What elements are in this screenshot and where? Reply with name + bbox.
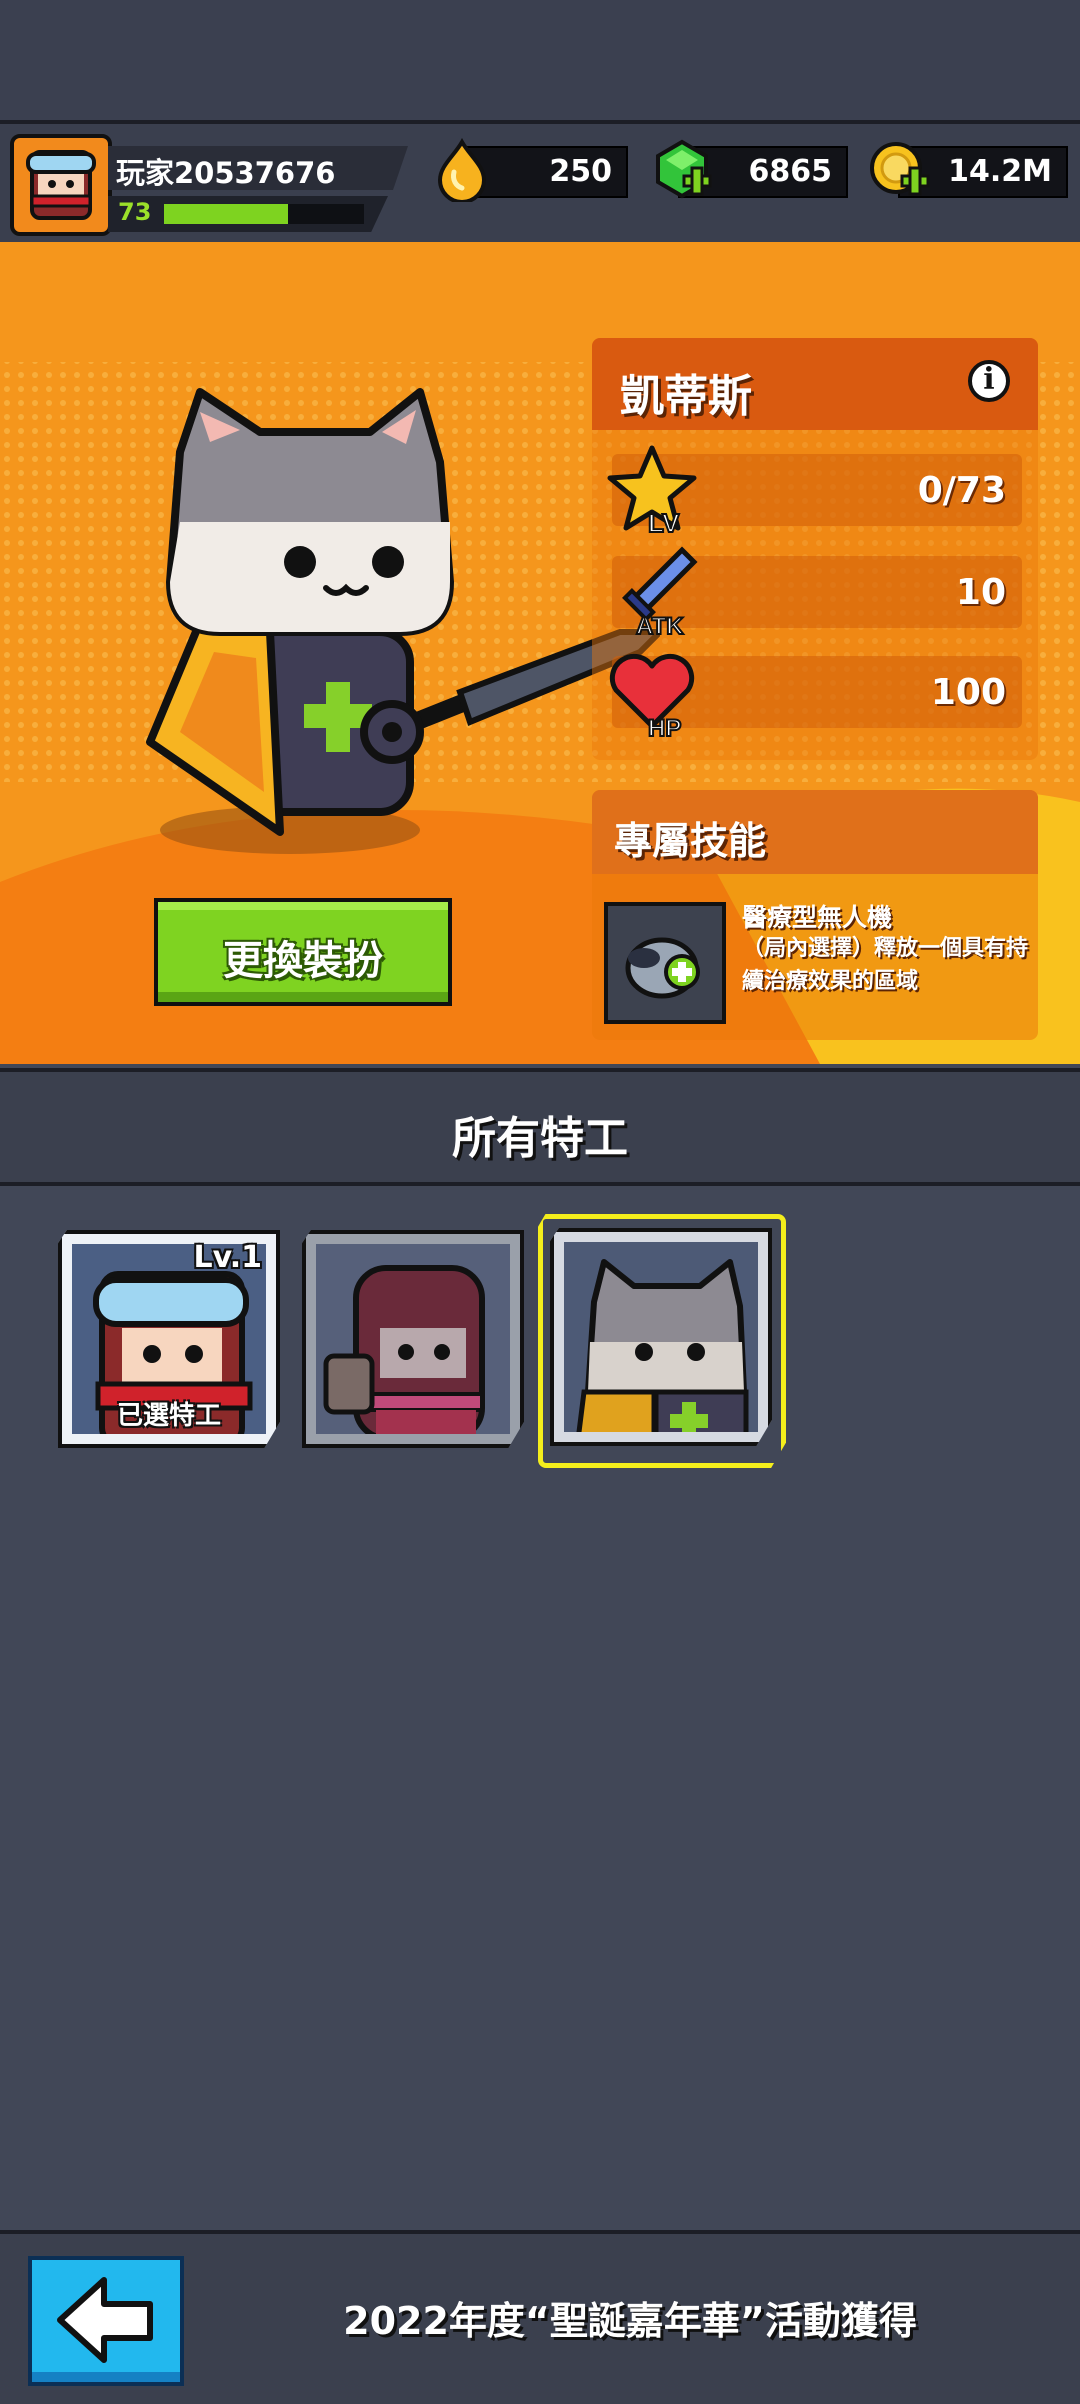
stat-value-level: 0/73 xyxy=(917,470,1006,511)
agents-section-title: 所有特工 xyxy=(452,1113,628,1164)
player-level: 73 xyxy=(118,198,152,226)
agent-card-ninja[interactable]: Lv.1 已選特工 xyxy=(58,1230,280,1448)
energy-value: 250 xyxy=(549,154,612,189)
coin-value: 14.2M xyxy=(948,154,1052,189)
skill-header: 專屬技能 xyxy=(592,790,1038,874)
info-icon[interactable]: i xyxy=(968,360,1010,402)
medic-drone-icon xyxy=(625,937,700,999)
hp-heart-icon: HP xyxy=(609,653,695,742)
level-star-icon: LV xyxy=(607,445,697,539)
cat-medic-agent-portrait xyxy=(575,1259,749,1432)
attack-sword-icon: ATK xyxy=(622,546,698,641)
bottom-bar: 2022年度“聖誕嘉年華”活動獲得 xyxy=(0,2230,1080,2404)
stat-badge-atk: ATK xyxy=(636,613,684,640)
agents-section-header: 所有特工 xyxy=(0,1068,1080,1186)
stat-row-attack: ATK 10 xyxy=(612,546,1022,641)
status-bar-area xyxy=(0,0,1080,120)
hero-name-bar: 凱蒂斯 i xyxy=(592,338,1038,430)
hero-stats-panel: 凱蒂斯 i LV 0/73 ATK 10 HP 100 xyxy=(592,338,1038,760)
energy-drop-icon xyxy=(437,138,487,202)
green-gem-plus-icon[interactable] xyxy=(650,138,714,202)
skill-icon-frame[interactable] xyxy=(604,902,726,1024)
cat-hero-illustration xyxy=(146,388,660,854)
skill-section-title: 專屬技能 xyxy=(614,819,767,863)
skill-description: （局內選擇）釋放一個具有持續治療效果的區域 xyxy=(742,936,1029,994)
stat-row-level: LV 0/73 xyxy=(607,445,1022,539)
red-hood-agent-portrait xyxy=(323,1265,485,1434)
stat-value-attack: 10 xyxy=(955,572,1006,613)
back-button[interactable] xyxy=(28,2256,184,2386)
arrow-left-icon xyxy=(57,2277,153,2363)
stat-value-hp: 100 xyxy=(930,672,1006,713)
stat-badge-lv: LV xyxy=(648,508,680,538)
hero-name: 凱蒂斯 xyxy=(620,371,752,422)
ninja-avatar-icon xyxy=(26,150,96,220)
hero-showcase: 凱蒂斯 i LV 0/73 ATK 10 HP 100 專屬技能 醫療型無人機 … xyxy=(0,242,1080,1064)
gold-coin-plus-icon[interactable] xyxy=(868,138,932,202)
player-avatar[interactable] xyxy=(10,134,112,236)
agent-portrait-frame xyxy=(316,1244,510,1434)
obtain-source-text: 2022年度“聖誕嘉年華”活動獲得 xyxy=(343,2299,917,2343)
player-name-plate: 玩家20537676 xyxy=(108,146,408,190)
agent-card-red-hood[interactable] xyxy=(302,1230,524,1448)
top-header: 玩家20537676 73 250 6865 14.2M xyxy=(0,120,1080,246)
xp-bar-fill xyxy=(164,204,288,224)
stat-row-hp: HP 100 xyxy=(609,653,1022,742)
skill-name: 醫療型無人機 xyxy=(742,903,893,932)
agent-card-cat-medic[interactable] xyxy=(550,1228,772,1446)
agent-portrait-frame xyxy=(564,1242,758,1432)
xp-bar xyxy=(164,204,364,224)
player-level-plate: 73 xyxy=(108,196,388,232)
agent-selected-tag: 已選特工 xyxy=(116,1401,221,1431)
agent-level: Lv.1 xyxy=(193,1240,263,1275)
gem-value: 6865 xyxy=(748,154,833,189)
stat-badge-hp: HP xyxy=(648,715,681,742)
exclusive-skill-panel: 專屬技能 醫療型無人機 （局內選擇）釋放一個具有持續治療效果的區域 xyxy=(592,790,1038,1040)
change-outfit-label: 更換裝扮 xyxy=(223,938,383,984)
player-name: 玩家20537676 xyxy=(116,156,336,190)
change-outfit-button[interactable]: 更換裝扮 xyxy=(154,898,452,1006)
